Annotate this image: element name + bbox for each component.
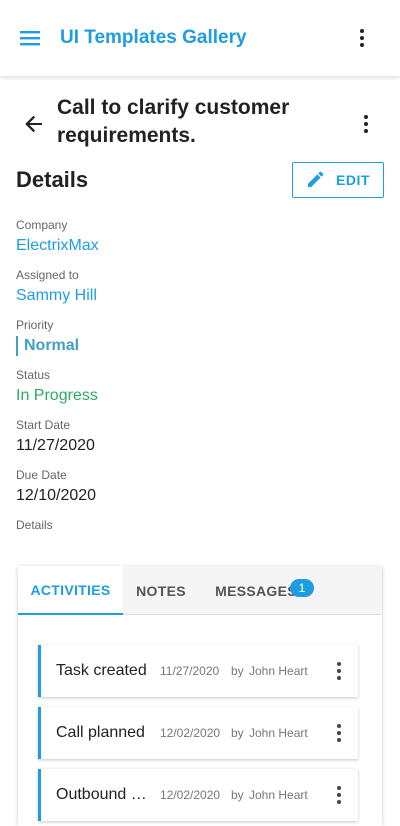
pencil-icon [306, 169, 326, 192]
company-label: Company [16, 218, 68, 232]
activity-date: 12/02/2020 [160, 726, 221, 740]
assigned-value[interactable]: Sammy Hill [16, 286, 97, 306]
tab-activities[interactable]: ACTIVITIES [18, 566, 123, 615]
activity-name: Call planned [56, 724, 145, 741]
due-date-label: Due Date [16, 468, 67, 482]
activity-more-icon[interactable] [329, 657, 349, 685]
activity-name: Task created [56, 662, 147, 679]
tab-bar: ACTIVITIES NOTES MESSAGES 1 [18, 566, 382, 615]
edit-label: EDIT [336, 172, 370, 188]
activity-user: John Heart [249, 726, 308, 740]
activity-date: 11/27/2020 [160, 664, 220, 678]
company-value[interactable]: ElectrixMax [16, 236, 99, 256]
activity-item[interactable]: Task created 11/27/2020 by John Heart [38, 645, 358, 697]
details-heading: Details [16, 167, 89, 192]
arrow-back-icon[interactable] [20, 110, 48, 138]
edit-button[interactable]: EDIT [292, 162, 384, 198]
app-title: UI Templates Gallery [60, 27, 247, 48]
app-bar: UI Templates Gallery [0, 0, 400, 76]
task-header: Call to clarify customer requirements. [0, 90, 400, 158]
activity-card: ACTIVITIES NOTES MESSAGES 1 Task created… [18, 566, 382, 826]
activity-more-icon[interactable] [329, 719, 349, 747]
due-date-value: 12/10/2020 [16, 487, 97, 504]
start-date-label: Start Date [16, 418, 71, 432]
activity-by: by [231, 664, 244, 678]
priority-value: Normal [16, 336, 79, 356]
status-value: In Progress [16, 387, 98, 404]
activity-item[interactable]: Outbound c... 12/02/2020 by John Heart [38, 769, 358, 821]
assigned-label: Assigned to [16, 268, 79, 282]
details-label: Details [16, 518, 53, 532]
tab-notes[interactable]: NOTES [123, 566, 199, 615]
activity-name: Outbound c... [56, 786, 152, 803]
activity-by: by [231, 726, 244, 740]
more-vert-icon[interactable] [350, 24, 374, 52]
task-more-icon[interactable] [354, 110, 378, 138]
status-label: Status [16, 368, 51, 382]
start-date-value: 11/27/2020 [16, 437, 95, 454]
priority-label: Priority [16, 318, 54, 332]
task-title: Call to clarify customer requirements. [57, 96, 290, 147]
activity-item[interactable]: Call planned 12/02/2020 by John Heart [38, 707, 358, 759]
menu-icon[interactable] [16, 24, 44, 52]
activity-more-icon[interactable] [329, 781, 349, 809]
messages-badge: 1 [290, 579, 314, 597]
activity-user: John Heart [249, 664, 308, 678]
